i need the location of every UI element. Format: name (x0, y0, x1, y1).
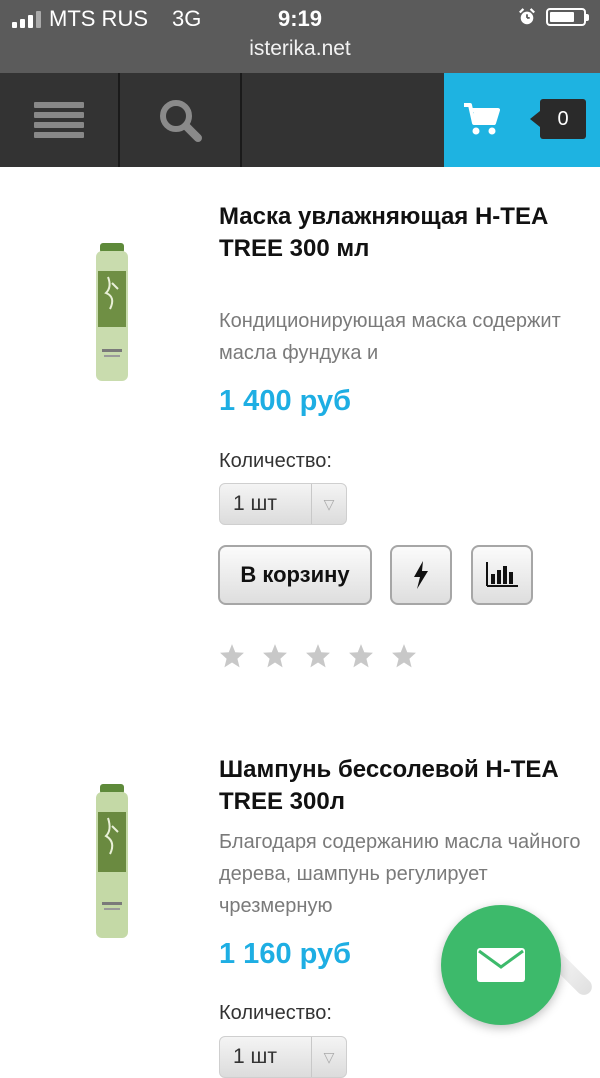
quantity-value: 1 шт (233, 492, 277, 515)
product-image[interactable] (82, 243, 142, 383)
product-title[interactable]: Маска увлажняющая H-TEA TREE 300 мл (219, 201, 591, 265)
quantity-select[interactable]: 1 шт ▽ (219, 1036, 347, 1078)
status-right (518, 8, 589, 26)
add-to-cart-label: В корзину (240, 562, 350, 587)
quick-buy-button[interactable] (390, 545, 452, 605)
compare-button[interactable] (471, 545, 533, 605)
alarm-icon (519, 8, 535, 25)
mail-icon (477, 948, 525, 982)
product-price: 1 400 руб (219, 385, 352, 417)
product-image[interactable] (82, 784, 142, 940)
cart-icon (464, 103, 500, 135)
bar-chart-icon (486, 562, 518, 587)
rating-stars[interactable] (219, 643, 417, 669)
status-bar: MTS RUS 3G 9:19 isterika.net (0, 0, 600, 73)
cart-count-badge: 0 (530, 99, 586, 139)
star-icon[interactable] (305, 643, 331, 669)
star-icon[interactable] (262, 643, 288, 669)
hamburger-icon (34, 98, 84, 142)
product-description: Кондиционирующая маска содержит масла фу… (219, 310, 561, 364)
quantity-label: Количество: (219, 1002, 332, 1024)
add-to-cart-button[interactable]: В корзину (218, 545, 372, 605)
battery-icon (546, 8, 589, 26)
quantity-label: Количество: (219, 450, 332, 472)
search-button[interactable] (120, 73, 242, 167)
menu-button[interactable] (0, 73, 120, 167)
star-icon[interactable] (219, 643, 245, 669)
page-url[interactable]: isterika.net (0, 37, 600, 61)
star-icon[interactable] (348, 643, 374, 669)
contact-mail-button[interactable] (441, 905, 561, 1025)
status-time: 9:19 (277, 6, 323, 31)
product-title[interactable]: Шампунь бессолевой H-TEA TREE 300л (219, 754, 591, 818)
star-icon[interactable] (391, 643, 417, 669)
product-price: 1 160 руб (219, 938, 352, 970)
chevron-down-icon: ▽ (311, 484, 346, 524)
lightning-icon (414, 561, 428, 589)
search-icon (160, 100, 202, 142)
quantity-select[interactable]: 1 шт ▽ (219, 483, 347, 525)
product-description: Благодаря содержанию масла чайного дерев… (219, 831, 581, 917)
chevron-down-icon: ▽ (311, 1037, 346, 1077)
quantity-value: 1 шт (233, 1045, 277, 1068)
